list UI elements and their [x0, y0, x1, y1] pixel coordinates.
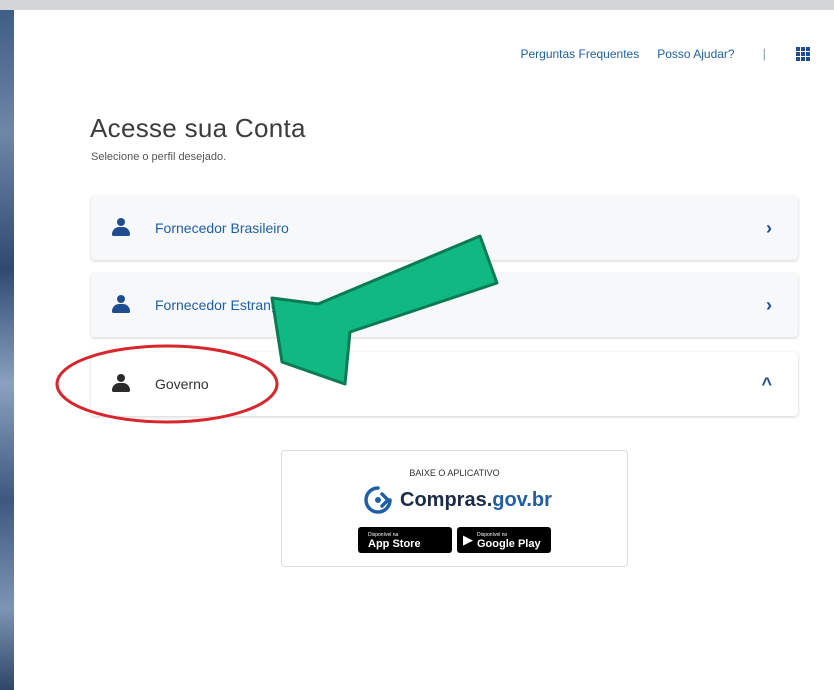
google-play-button[interactable]: ▶ Disponível no Google Play: [457, 527, 551, 553]
profile-label: Fornecedor Brasileiro: [155, 220, 289, 236]
help-link[interactable]: Posso Ajudar?: [657, 47, 734, 61]
user-icon: [111, 374, 131, 394]
page-title: Acesse sua Conta: [90, 113, 306, 143]
chevron-up-icon: ^: [761, 373, 772, 394]
profile-label: Governo: [155, 376, 209, 392]
profile-fornecedor-estrangeiro[interactable]: Fornecedor Estrangeiro ›: [91, 273, 798, 337]
profile-label: Fornecedor Estrangeiro: [155, 297, 303, 313]
apps-grid-icon[interactable]: [796, 46, 810, 61]
compras-brand: Compras.gov.br: [360, 484, 552, 516]
google-play-label: Google Play: [477, 538, 541, 550]
brand-main: Compras.: [400, 488, 493, 511]
app-store-button[interactable]: Disponível na App Store: [358, 527, 452, 553]
page-subtitle: Selecione o perfil desejado.: [91, 151, 227, 163]
play-icon: ▶: [463, 532, 473, 547]
faq-link[interactable]: Perguntas Frequentes: [520, 47, 639, 61]
chevron-right-icon: ›: [766, 294, 772, 315]
chevron-right-icon: ›: [766, 217, 772, 238]
top-bar: [0, 0, 834, 10]
header-links: Perguntas Frequentes Posso Ajudar? |: [520, 46, 810, 61]
app-store-label: App Store: [368, 538, 421, 550]
background-strip: [0, 10, 14, 690]
profile-governo[interactable]: Governo ^: [91, 352, 798, 416]
brand-sub: gov.br: [492, 488, 552, 511]
user-group-icon: [111, 218, 131, 238]
header-separator: |: [762, 46, 766, 61]
app-download-box: BAIXE O APLICATIVO Compras.gov.br Dispon…: [281, 450, 628, 567]
annotation-overlay: [55, 234, 499, 424]
compras-logo-icon: [364, 486, 392, 514]
user-group-icon: [111, 295, 131, 315]
app-caption: BAIXE O APLICATIVO: [409, 468, 500, 478]
profile-fornecedor-brasileiro[interactable]: Fornecedor Brasileiro ›: [91, 196, 798, 260]
